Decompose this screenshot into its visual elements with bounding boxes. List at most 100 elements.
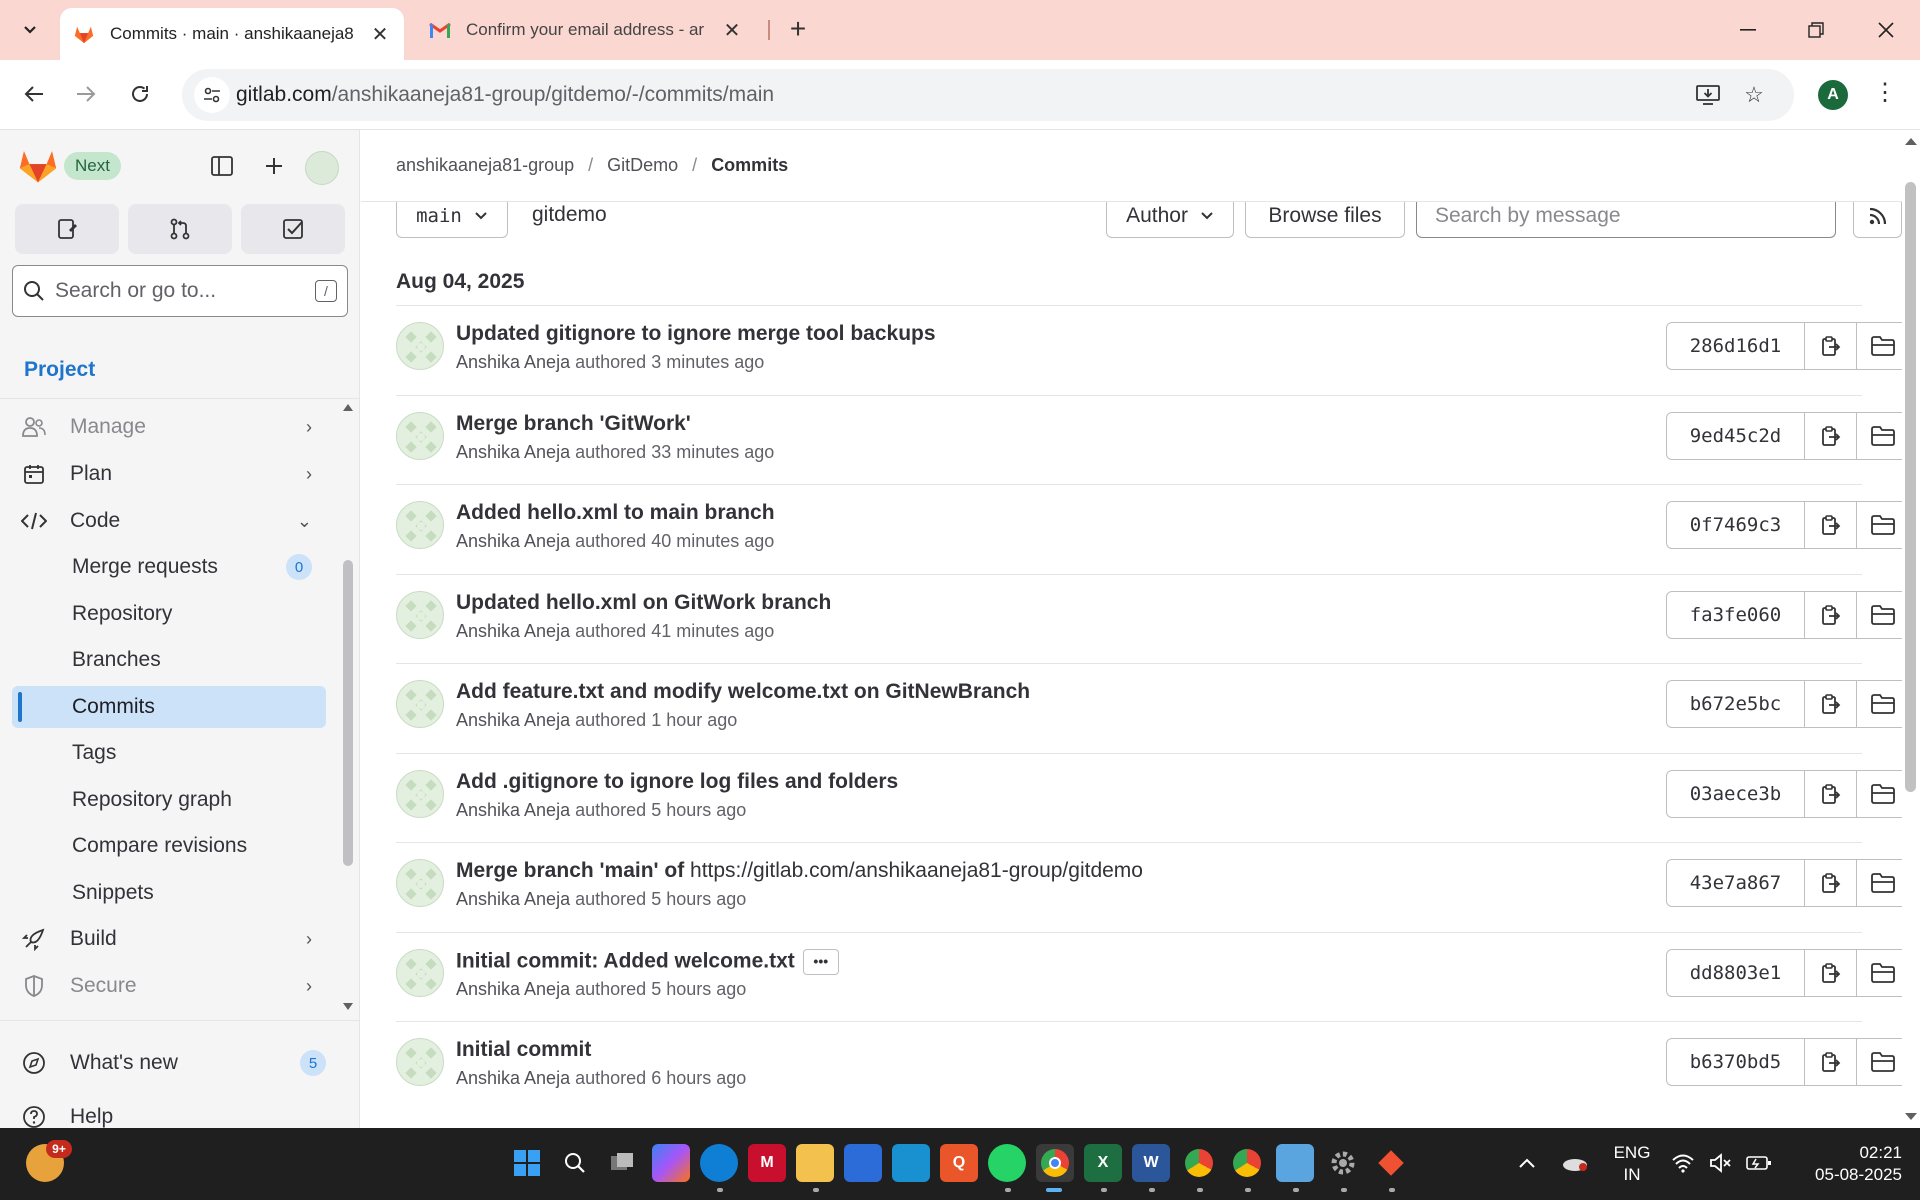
commit-sha-button[interactable]: 43e7a867 [1667, 860, 1805, 906]
copilot-icon[interactable] [652, 1144, 690, 1182]
scrollbar-thumb[interactable] [1905, 182, 1916, 792]
sidebar-item-commits[interactable]: Commits [12, 686, 326, 728]
commit-sha-button[interactable]: fa3fe060 [1667, 592, 1805, 638]
copy-sha-icon[interactable] [1805, 502, 1857, 548]
commit-title[interactable]: Initial commit [456, 1038, 591, 1062]
language-indicator[interactable]: ENG IN [1604, 1142, 1660, 1186]
chrome-profile-icon[interactable] [1228, 1144, 1266, 1182]
settings-gear-icon[interactable] [1324, 1144, 1362, 1182]
sidebar-item-repository-graph[interactable]: Repository graph [12, 779, 326, 821]
create-new-icon[interactable] [258, 150, 290, 182]
q-app-icon[interactable]: Q [940, 1144, 978, 1182]
close-tab-icon[interactable]: ✕ [720, 18, 744, 43]
commit-author[interactable]: Anshika Aneja [456, 531, 570, 551]
sidebar-item-tags[interactable]: Tags [12, 732, 326, 774]
commit-sha-button[interactable]: b6370bd5 [1667, 1039, 1805, 1085]
commit-title[interactable]: Initial commit: Added welcome.txt ••• [456, 949, 839, 975]
commit-sha-button[interactable]: 286d16d1 [1667, 323, 1805, 369]
expand-description-button[interactable]: ••• [802, 949, 839, 975]
path-breadcrumb[interactable]: gitdemo [532, 203, 607, 227]
site-info-icon[interactable] [194, 77, 230, 113]
install-app-icon[interactable] [1692, 79, 1724, 111]
back-button[interactable] [14, 74, 54, 114]
avatar[interactable] [396, 949, 444, 997]
commit-sha-button[interactable]: b672e5bc [1667, 681, 1805, 727]
project-section-title[interactable]: Project [24, 358, 95, 382]
whatsapp-icon[interactable] [988, 1144, 1026, 1182]
commit-title[interactable]: Add feature.txt and modify welcome.txt o… [456, 680, 1030, 704]
microsoft-store-icon[interactable] [844, 1144, 882, 1182]
avatar[interactable] [396, 412, 444, 460]
battery-icon[interactable] [1744, 1144, 1774, 1182]
browse-folder-icon[interactable] [1857, 771, 1902, 817]
browse-folder-icon[interactable] [1857, 860, 1902, 906]
copy-sha-icon[interactable] [1805, 592, 1857, 638]
clock[interactable]: 02:21 05-08-2025 [1790, 1142, 1902, 1186]
breadcrumb-project[interactable]: GitDemo [607, 155, 678, 176]
commit-sha-button[interactable]: 03aece3b [1667, 771, 1805, 817]
file-explorer-icon[interactable] [796, 1144, 834, 1182]
sidebar-item-snippets[interactable]: Snippets [12, 872, 326, 914]
browse-folder-icon[interactable] [1857, 323, 1902, 369]
chrome-icon[interactable] [1036, 1144, 1074, 1182]
copy-sha-icon[interactable] [1805, 413, 1857, 459]
edge-browser-icon[interactable] [700, 1144, 738, 1182]
commit-author[interactable]: Anshika Aneja [456, 710, 570, 730]
close-tab-icon[interactable]: ✕ [368, 22, 392, 47]
issues-button[interactable] [15, 204, 119, 254]
snipping-tool-icon[interactable] [892, 1144, 930, 1182]
forward-button[interactable] [66, 74, 106, 114]
avatar[interactable] [396, 322, 444, 370]
excel-icon[interactable]: X [1084, 1144, 1122, 1182]
copy-sha-icon[interactable] [1805, 323, 1857, 369]
sidebar-item-build[interactable]: Build › [12, 918, 326, 960]
commit-author[interactable]: Anshika Aneja [456, 352, 570, 372]
commit-sha-button[interactable]: 0f7469c3 [1667, 502, 1805, 548]
next-badge[interactable]: Next [64, 152, 121, 180]
commit-title[interactable]: Added hello.xml to main branch [456, 501, 775, 525]
merge-requests-button[interactable] [128, 204, 232, 254]
chrome-profile-icon[interactable] [1180, 1144, 1218, 1182]
sidebar-scrollbar[interactable] [342, 400, 354, 1014]
start-button-icon[interactable] [508, 1144, 546, 1182]
avatar[interactable] [396, 501, 444, 549]
collapse-sidebar-icon[interactable] [206, 150, 238, 182]
bookmark-star-icon[interactable]: ☆ [1738, 79, 1770, 111]
breadcrumb-current[interactable]: Commits [711, 155, 788, 176]
sidebar-item-merge-requests[interactable]: Merge requests 0 [12, 546, 326, 588]
search-icon[interactable] [556, 1144, 594, 1182]
tab-search-button[interactable] [10, 12, 50, 48]
browser-menu-icon[interactable]: ⋮ [1870, 78, 1900, 112]
new-tab-button[interactable]: + [780, 12, 816, 48]
copy-sha-icon[interactable] [1805, 681, 1857, 727]
browse-folder-icon[interactable] [1857, 413, 1902, 459]
sidebar-item-whats-new[interactable]: What's new 5 [12, 1042, 326, 1084]
scrollbar-thumb[interactable] [343, 560, 353, 866]
commit-title[interactable]: Updated gitignore to ignore merge tool b… [456, 322, 936, 346]
close-window-button[interactable] [1852, 0, 1920, 60]
commit-title[interactable]: Add .gitignore to ignore log files and f… [456, 770, 898, 794]
commit-author[interactable]: Anshika Aneja [456, 621, 570, 641]
git-app-icon[interactable] [1372, 1144, 1410, 1182]
commit-author[interactable]: Anshika Aneja [456, 979, 570, 999]
sidebar-item-repository[interactable]: Repository [12, 593, 326, 635]
sidebar-item-plan[interactable]: Plan › [12, 453, 326, 495]
onedrive-icon[interactable] [1556, 1144, 1594, 1182]
browse-folder-icon[interactable] [1857, 681, 1902, 727]
avatar[interactable] [396, 859, 444, 907]
commit-link[interactable]: https://gitlab.com/anshikaaneja81-group/… [690, 859, 1143, 882]
avatar[interactable] [396, 680, 444, 728]
restore-button[interactable] [1782, 0, 1850, 60]
wifi-icon[interactable] [1668, 1144, 1698, 1182]
commit-author[interactable]: Anshika Aneja [456, 1068, 570, 1088]
remote-desktop-icon[interactable] [1276, 1144, 1314, 1182]
sidebar-item-manage[interactable]: Manage › [12, 406, 326, 448]
avatar[interactable] [396, 770, 444, 818]
commit-title[interactable]: Merge branch 'main' of https://gitlab.co… [456, 859, 1143, 883]
commit-author[interactable]: Anshika Aneja [456, 800, 570, 820]
tab-gmail[interactable]: Confirm your email address - ar ✕ [416, 8, 756, 52]
minimize-button[interactable] [1714, 0, 1782, 60]
commit-title[interactable]: Merge branch 'GitWork' [456, 412, 691, 436]
todo-button[interactable] [241, 204, 345, 254]
avatar[interactable] [396, 591, 444, 639]
